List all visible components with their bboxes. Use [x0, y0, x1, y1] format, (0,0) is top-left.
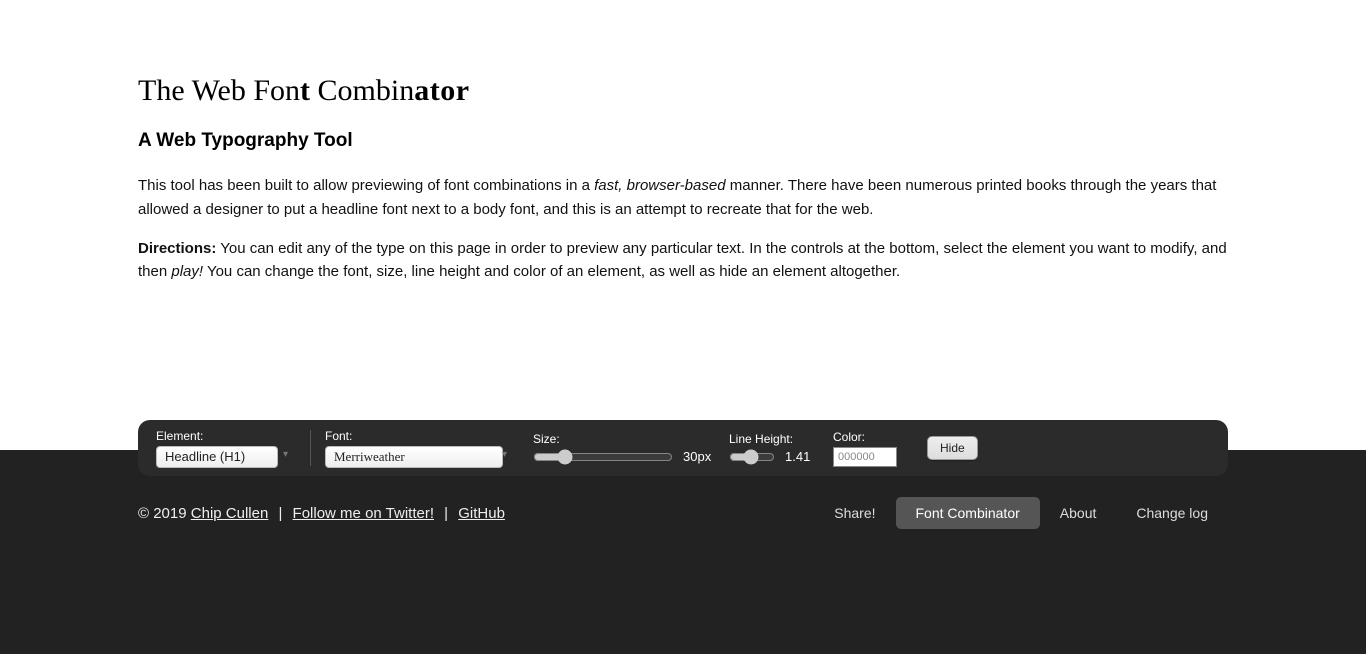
nav-font-combinator[interactable]: Font Combinator: [896, 497, 1040, 529]
color-input[interactable]: [833, 447, 897, 467]
size-value: 30px: [683, 449, 717, 464]
title-part: The Web Fon: [138, 74, 300, 107]
divider: [310, 430, 311, 466]
nav-change-log[interactable]: Change log: [1116, 497, 1228, 529]
title-part-bold: t: [300, 74, 310, 107]
font-label: Font:: [325, 429, 515, 443]
line-height-label: Line Height:: [729, 432, 819, 446]
page-subtitle[interactable]: A Web Typography Tool: [138, 130, 1228, 152]
separator: |: [274, 505, 286, 522]
size-label: Size:: [533, 432, 717, 446]
title-part: Combin: [310, 74, 414, 107]
text-strong: Directions:: [138, 240, 216, 257]
line-height-value: 1.41: [785, 449, 819, 464]
size-slider[interactable]: [533, 449, 673, 465]
title-part-bold: ator: [414, 74, 469, 107]
directions-paragraph[interactable]: Directions: You can edit any of the type…: [138, 237, 1228, 284]
line-height-slider[interactable]: [729, 449, 775, 465]
control-bar: Element: Headline (H1) Font: Merriweathe…: [138, 420, 1228, 476]
intro-paragraph[interactable]: This tool has been built to allow previe…: [138, 174, 1228, 221]
footer-background: [0, 450, 1366, 654]
font-select[interactable]: Merriweather: [325, 446, 503, 468]
twitter-link[interactable]: Follow me on Twitter!: [293, 505, 434, 522]
nav-about[interactable]: About: [1040, 497, 1117, 529]
color-label: Color:: [833, 430, 897, 444]
github-link[interactable]: GitHub: [458, 505, 505, 522]
hide-button[interactable]: Hide: [927, 436, 978, 460]
nav-share[interactable]: Share!: [814, 497, 895, 529]
text: You can change the font, size, line heig…: [203, 263, 900, 280]
footer-nav: Share! Font Combinator About Change log: [814, 497, 1228, 529]
page-title[interactable]: The Web Font Combinator: [138, 70, 1228, 112]
text: This tool has been built to allow previe…: [138, 177, 594, 194]
text-emphasis: play!: [171, 263, 203, 280]
element-select[interactable]: Headline (H1): [156, 446, 278, 468]
text-emphasis: fast, browser-based: [594, 177, 725, 194]
footer-credits: © 2019 Chip Cullen | Follow me on Twitte…: [138, 505, 505, 522]
author-link[interactable]: Chip Cullen: [191, 505, 269, 522]
separator: |: [440, 505, 452, 522]
copyright-text: © 2019: [138, 505, 191, 522]
element-label: Element:: [156, 429, 296, 443]
